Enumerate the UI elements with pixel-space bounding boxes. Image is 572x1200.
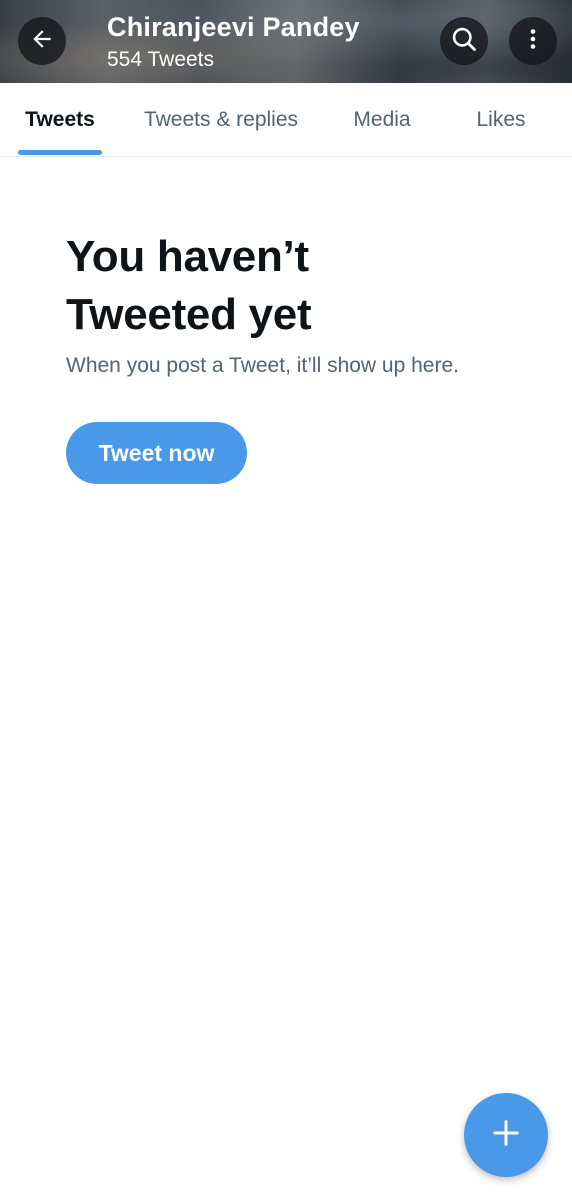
empty-state-title: You haven’t Tweeted yet xyxy=(66,228,526,344)
tab-tweets-and-replies[interactable]: Tweets & replies xyxy=(132,83,310,156)
profile-screen: Chiranjeevi Pandey 554 Tweets Tweets Twe… xyxy=(0,0,572,1200)
search-button[interactable] xyxy=(440,17,488,65)
more-vertical-icon xyxy=(521,27,545,56)
tab-media[interactable]: Media xyxy=(343,83,421,156)
tweet-now-button[interactable]: Tweet now xyxy=(66,422,247,484)
back-button[interactable] xyxy=(18,17,66,65)
arrow-left-icon xyxy=(29,26,55,57)
tweet-count: 554 Tweets xyxy=(107,48,215,71)
search-icon xyxy=(450,25,478,58)
more-options-button[interactable] xyxy=(509,17,557,65)
profile-header: Chiranjeevi Pandey 554 Tweets xyxy=(0,0,572,83)
profile-name: Chiranjeevi Pandey xyxy=(107,12,360,42)
empty-state-message: When you post a Tweet, it’ll show up her… xyxy=(66,354,459,377)
active-tab-indicator xyxy=(18,150,102,155)
compose-tweet-button[interactable] xyxy=(464,1093,548,1177)
empty-state-title-line2: Tweeted yet xyxy=(66,290,312,339)
plus-icon xyxy=(491,1118,521,1153)
empty-state-title-line1: You haven’t xyxy=(66,232,309,281)
tab-likes[interactable]: Likes xyxy=(466,83,536,156)
profile-tabs: Tweets Tweets & replies Media Likes xyxy=(0,83,572,157)
tab-tweets[interactable]: Tweets xyxy=(16,83,104,156)
